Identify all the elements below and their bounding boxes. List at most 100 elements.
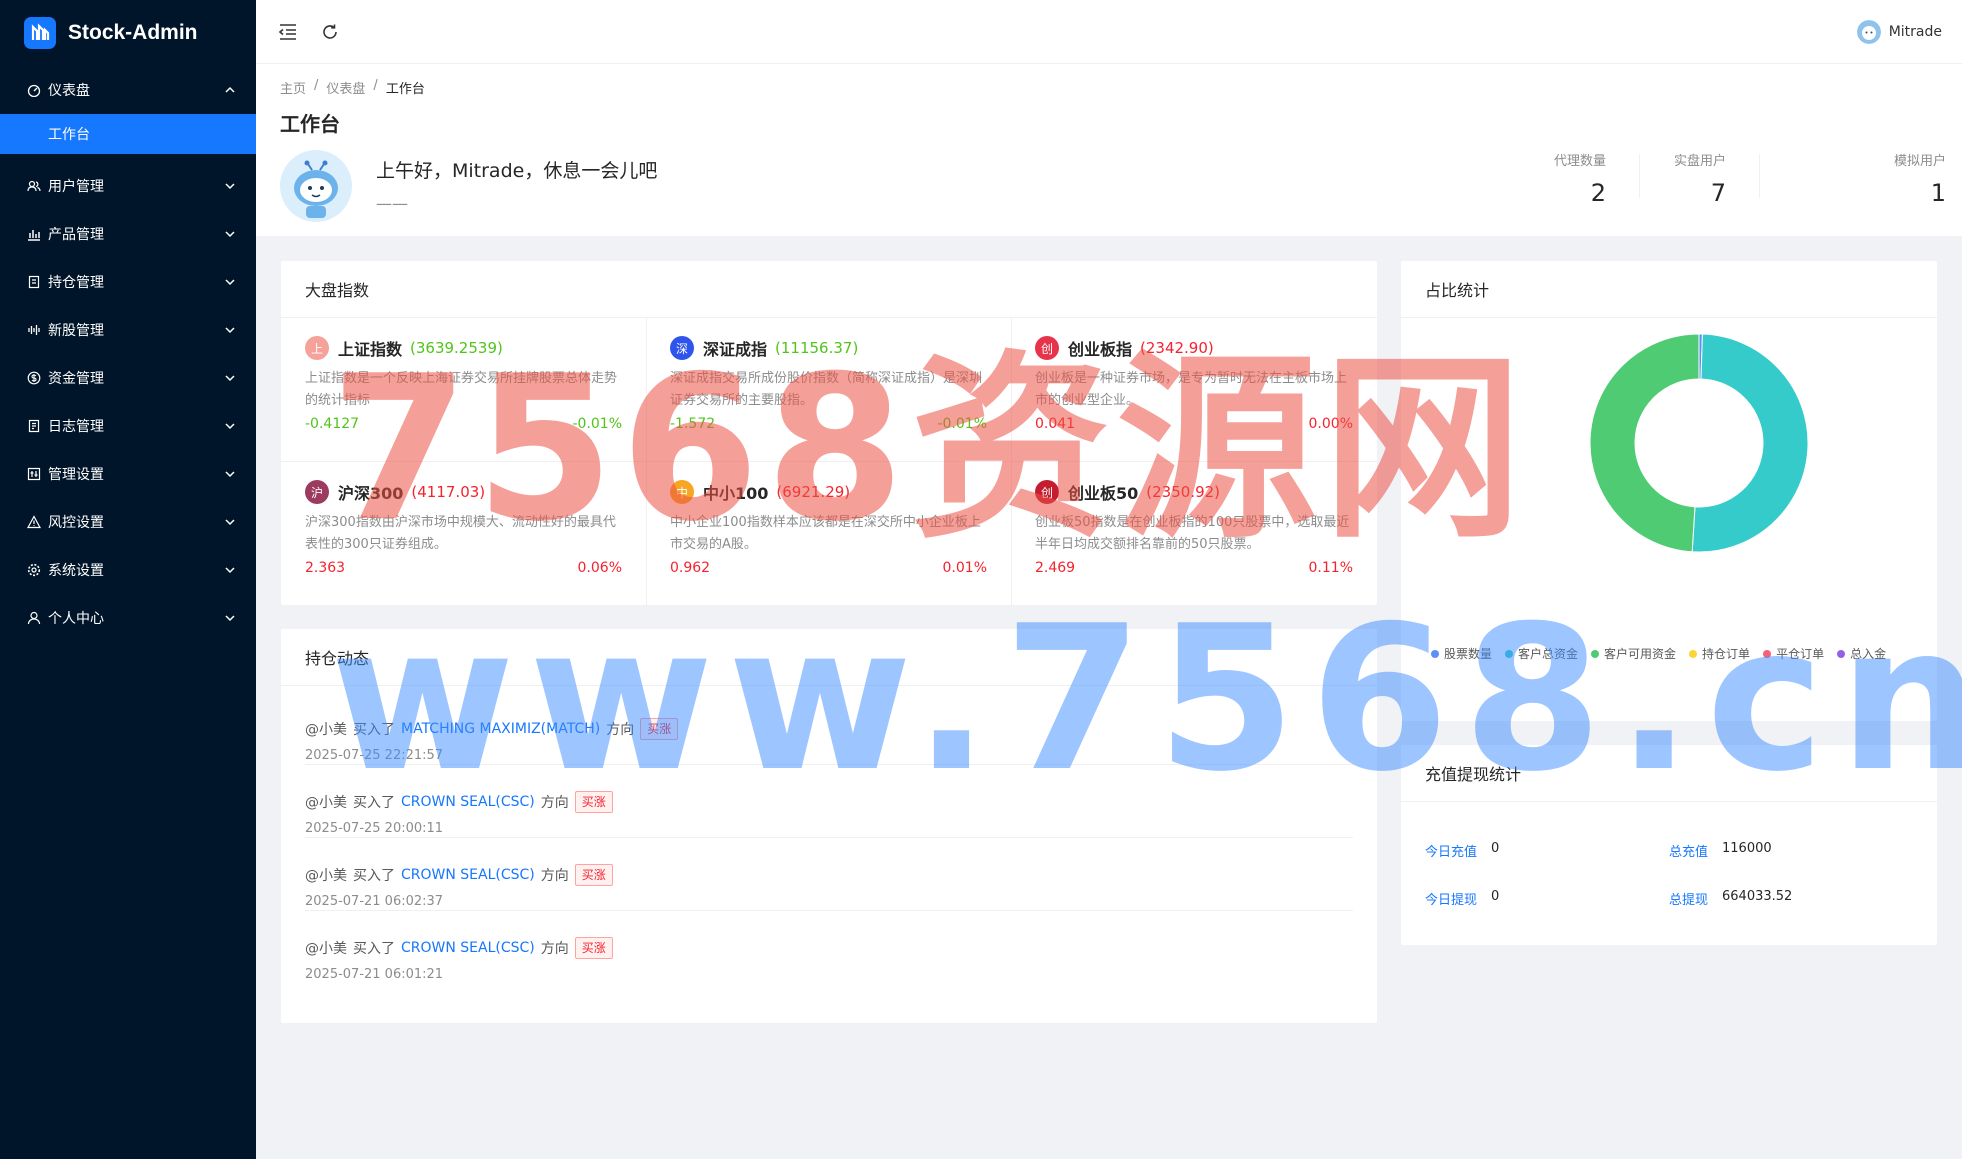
today-recharge-row: 今日充值 0 — [1425, 841, 1499, 860]
feed-time: 2025-07-21 06:02:37 — [305, 894, 444, 909]
watermark-text: 7568资源网 — [330, 333, 1529, 566]
sidebar-item-profile[interactable]: 个人中心 — [0, 594, 256, 642]
app-name: Stock-Admin — [68, 21, 198, 44]
stat-value: 1 — [1930, 179, 1946, 207]
chevron-down-icon — [224, 516, 236, 528]
today-withdraw-value: 0 — [1491, 889, 1500, 904]
feed-stock-link[interactable]: CROWN SEAL(CSC) — [401, 867, 535, 883]
page-header: 主页 / 仪表盘 / 工作台 工作台 上午好，Mitrade，休息一会儿吧 ——… — [256, 64, 1962, 236]
stat-demo-users: 模拟用户 1 — [1894, 150, 1946, 207]
feed-action: 买入了 — [353, 941, 395, 957]
sidebar-item-label: 风控设置 — [48, 515, 104, 531]
feed-time: 2025-07-25 20:00:11 — [305, 821, 444, 836]
today-recharge-label[interactable]: 今日充值 — [1425, 841, 1477, 860]
pie-slice-2[interactable] — [1589, 333, 1700, 553]
breadcrumb: 主页 / 仪表盘 / 工作台 — [280, 78, 425, 97]
breadcrumb-home[interactable]: 主页 — [280, 78, 306, 97]
avatar — [1856, 20, 1881, 44]
today-withdraw-label[interactable]: 今日提现 — [1425, 889, 1477, 908]
warning-icon — [24, 512, 44, 532]
sidebar-item-label: 用户管理 — [48, 179, 104, 195]
status-badge: 买涨 — [574, 864, 613, 886]
sidebar-item-label: 日志管理 — [48, 419, 104, 435]
stat-label: 代理数量 — [1553, 154, 1606, 169]
total-recharge-label[interactable]: 总充值 — [1669, 841, 1708, 860]
chevron-down-icon — [224, 612, 236, 624]
setting-panel-icon — [24, 464, 44, 484]
stat-label: 模拟用户 — [1893, 154, 1946, 169]
dashboard-icon — [24, 80, 44, 100]
feed-action: 买入了 — [353, 868, 395, 884]
sidebar: Stock-Admin 仪表盘 工作台 用户管理 产品管理 持仓管理 新股管理 — [0, 0, 256, 1159]
sidebar-item-label: 系统设置 — [48, 563, 104, 579]
chevron-down-icon — [224, 468, 236, 480]
gear-icon — [24, 560, 44, 580]
dollar-icon — [24, 368, 44, 388]
log-icon — [24, 416, 44, 436]
card-title: 大盘指数 — [281, 261, 1377, 318]
reload-icon[interactable] — [318, 20, 342, 44]
sidebar-item-label: 产品管理 — [48, 227, 104, 243]
sidebar-item-logs[interactable]: 日志管理 — [0, 402, 256, 450]
sidebar-item-label: 个人中心 — [48, 611, 104, 627]
today-withdraw-row: 今日提现 0 — [1425, 889, 1499, 908]
chevron-down-icon — [224, 420, 236, 432]
total-recharge-row: 总充值 116000 — [1669, 841, 1772, 860]
sidebar-item-label: 管理设置 — [48, 467, 104, 483]
chevron-down-icon — [224, 324, 236, 336]
avatar — [280, 150, 352, 222]
stat-label: 实盘用户 — [1673, 154, 1726, 169]
card-title: 占比统计 — [1401, 261, 1937, 318]
username: Mitrade — [1888, 24, 1942, 40]
bar-chart-icon — [24, 224, 44, 244]
greeting-text: 上午好，Mitrade，休息一会儿吧 — [376, 160, 658, 182]
total-withdraw-label[interactable]: 总提现 — [1669, 889, 1708, 908]
sidebar-item-dashboard[interactable]: 仪表盘 — [0, 66, 256, 114]
sidebar-item-ipo[interactable]: 新股管理 — [0, 306, 256, 354]
feed-direction: 方向 — [540, 941, 569, 957]
sidebar-item-risk[interactable]: 风控设置 — [0, 498, 256, 546]
stat-value: 2 — [1590, 179, 1606, 207]
sidebar-item-admin-settings[interactable]: 管理设置 — [0, 450, 256, 498]
feed-user: @小美 — [305, 941, 347, 957]
menu-fold-icon[interactable] — [276, 20, 300, 44]
clipboard-icon — [24, 272, 44, 292]
feed-stock-link[interactable]: CROWN SEAL(CSC) — [401, 940, 535, 956]
user-icon — [24, 608, 44, 628]
logo-icon — [24, 17, 56, 49]
list-item: @小美 买入了 CROWN SEAL(CSC) 方向 买涨 2025-07-21 06:… — [305, 911, 1353, 984]
audio-icon — [24, 320, 44, 340]
watermark-url: www.7568.cn — [330, 583, 1962, 816]
sidebar-item-positions[interactable]: 持仓管理 — [0, 258, 256, 306]
chevron-down-icon — [224, 228, 236, 240]
logo[interactable]: Stock-Admin — [0, 0, 256, 66]
top-header: Mitrade — [256, 0, 1962, 64]
index-badge: 沪 — [305, 480, 329, 504]
feed-time: 2025-07-21 06:01:21 — [305, 967, 444, 982]
breadcrumb-current: 工作台 — [385, 82, 425, 97]
greeting-subtext: —— — [376, 194, 408, 213]
breadcrumb-dashboard[interactable]: 仪表盘 — [326, 78, 365, 97]
stat-divider — [1759, 154, 1760, 198]
today-recharge-value: 0 — [1491, 841, 1500, 856]
total-withdraw-value: 664033.52 — [1722, 889, 1793, 904]
sidebar-item-label: 持仓管理 — [48, 275, 104, 291]
chevron-up-icon — [224, 84, 236, 96]
list-item: @小美 买入了 CROWN SEAL(CSC) 方向 买涨 2025-07-21 06:… — [305, 838, 1353, 911]
stat-agent-count: 代理数量 2 — [1554, 150, 1606, 207]
stat-value: 7 — [1710, 179, 1726, 207]
sidebar-item-label: 仪表盘 — [48, 83, 90, 99]
page-title: 工作台 — [280, 112, 340, 136]
pie-slice-1[interactable] — [1691, 333, 1809, 553]
sidebar-subitem-workbench[interactable]: 工作台 — [0, 114, 256, 154]
chevron-down-icon — [224, 372, 236, 384]
stat-real-users: 实盘用户 7 — [1674, 150, 1726, 207]
sidebar-item-funds[interactable]: 资金管理 — [0, 354, 256, 402]
user-menu[interactable]: Mitrade — [1856, 20, 1942, 44]
sidebar-item-products[interactable]: 产品管理 — [0, 210, 256, 258]
chevron-down-icon — [224, 180, 236, 192]
sidebar-item-system[interactable]: 系统设置 — [0, 546, 256, 594]
sidebar-item-label: 资金管理 — [48, 371, 104, 387]
sidebar-item-users[interactable]: 用户管理 — [0, 162, 256, 210]
breadcrumb-separator: / — [373, 78, 378, 93]
